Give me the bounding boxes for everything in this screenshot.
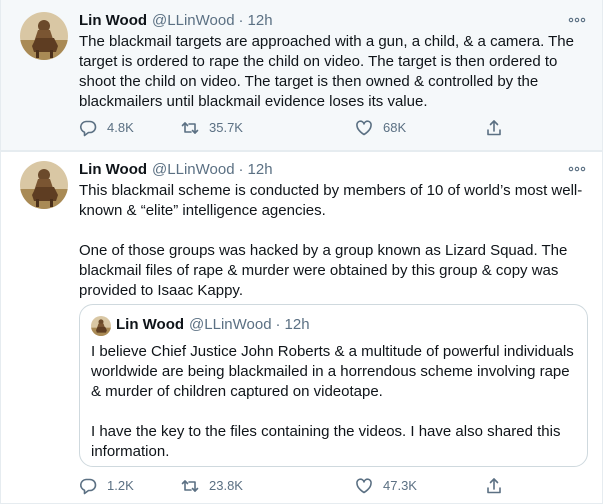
- timestamp[interactable]: 12h: [248, 11, 273, 31]
- reply-button[interactable]: 1.2K: [79, 477, 134, 495]
- avatar[interactable]: [20, 12, 68, 60]
- share-icon: [485, 119, 503, 137]
- profile-photo-icon: [20, 12, 68, 60]
- quoted-tweet[interactable]: Lin Wood @LLinWood · 12h I believe Chief…: [79, 304, 588, 467]
- like-button[interactable]: 47.3K: [355, 477, 417, 495]
- profile-photo-icon: [91, 316, 111, 336]
- avatar[interactable]: [91, 316, 111, 336]
- tweet-text: This blackmail scheme is conducted by me…: [79, 182, 583, 299]
- like-button[interactable]: 68K: [355, 119, 406, 137]
- like-count: 68K: [383, 120, 407, 135]
- reply-icon: [79, 119, 97, 137]
- heart-icon: [355, 119, 373, 137]
- retweet-count: 23.8K: [209, 478, 243, 493]
- retweet-button[interactable]: 23.8K: [181, 477, 243, 495]
- retweet-button[interactable]: 35.7K: [181, 119, 243, 137]
- reply-icon: [79, 477, 97, 495]
- quoted-author-name: Lin Wood: [116, 316, 185, 333]
- separator-dot: ·: [275, 316, 281, 333]
- separator-dot: ·: [238, 12, 244, 29]
- more-options-icon[interactable]: [567, 13, 587, 27]
- author-handle[interactable]: @LLinWood: [152, 160, 235, 180]
- tweet-header: Lin Wood @LLinWood · 12h: [79, 11, 273, 31]
- like-count: 47.3K: [383, 478, 417, 493]
- reply-count: 1.2K: [107, 478, 134, 493]
- retweet-icon: [181, 119, 199, 137]
- share-button[interactable]: [485, 119, 503, 137]
- avatar[interactable]: [20, 161, 68, 209]
- retweet-count: 35.7K: [209, 120, 243, 135]
- retweet-icon: [181, 477, 199, 495]
- reply-button[interactable]: 4.8K: [79, 119, 134, 137]
- timestamp[interactable]: 12h: [248, 160, 273, 180]
- tweet-header: Lin Wood @LLinWood · 12h: [79, 160, 273, 180]
- share-button[interactable]: [485, 477, 503, 495]
- author-name[interactable]: Lin Wood: [79, 11, 147, 31]
- share-icon: [485, 477, 503, 495]
- tweet-actions: 4.8K 35.7K 68K: [79, 118, 511, 138]
- tweet[interactable]: Lin Wood @LLinWood · 12h This blackmail …: [0, 151, 603, 504]
- heart-icon: [355, 477, 373, 495]
- profile-photo-icon: [20, 161, 68, 209]
- more-options-icon[interactable]: [567, 162, 587, 176]
- tweet[interactable]: Lin Wood @LLinWood · 12h The blackmail t…: [0, 0, 603, 151]
- tweet-text: The blackmail targets are approached wit…: [79, 33, 579, 110]
- quoted-tweet-text: I believe Chief Justice John Roberts & a…: [91, 343, 574, 460]
- quoted-timestamp: 12h: [284, 316, 310, 333]
- author-handle[interactable]: @LLinWood: [152, 11, 235, 31]
- tweet-actions: 1.2K 23.8K 47.3K: [79, 476, 511, 496]
- quoted-author-handle: @LLinWood: [189, 316, 272, 333]
- author-name[interactable]: Lin Wood: [79, 160, 147, 180]
- separator-dot: ·: [238, 161, 244, 178]
- reply-count: 4.8K: [107, 120, 134, 135]
- quoted-tweet-header: Lin Wood @LLinWood · 12h: [116, 315, 310, 335]
